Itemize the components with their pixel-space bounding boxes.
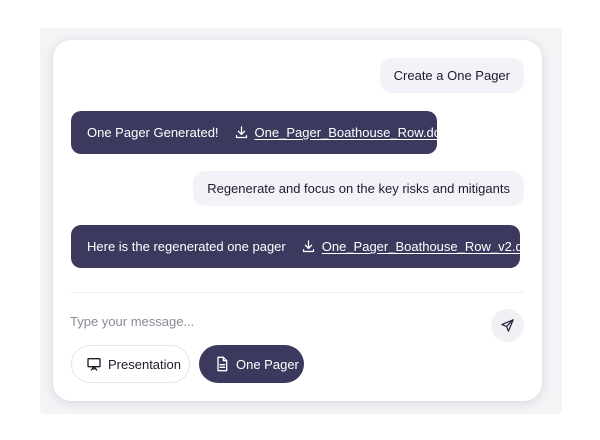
message-text: Create a One Pager	[393, 68, 510, 83]
chip-label: Presentation	[108, 356, 181, 372]
download-icon	[302, 240, 314, 253]
chat-panel: Create a One Pager One Pager Generated! …	[53, 40, 543, 401]
document-icon	[217, 356, 228, 372]
message-text: One Pager Generated!	[87, 125, 219, 140]
send-button[interactable]	[491, 309, 524, 342]
presentation-icon	[87, 358, 101, 371]
file-name[interactable]: One_Pager_Boathouse_Row_v2.docx	[322, 239, 543, 254]
user-message: Regenerate and focus on the key risks an…	[193, 171, 524, 206]
composer-divider	[71, 292, 524, 293]
message-text: Here is the regenerated one pager	[87, 239, 286, 254]
user-message: Create a One Pager	[379, 58, 524, 93]
one-pager-button[interactable]: One Pager	[199, 345, 304, 383]
assistant-message: Here is the regenerated one pager One_Pa…	[71, 225, 543, 268]
assistant-message: One Pager Generated! One_Pager_Boathouse…	[71, 111, 454, 154]
file-download-link[interactable]: One_Pager_Boathouse_Row.docx	[234, 125, 454, 140]
download-icon	[235, 126, 247, 139]
message-text: Regenerate and focus on the key risks an…	[207, 181, 510, 196]
file-name[interactable]: One_Pager_Boathouse_Row.docx	[255, 125, 454, 140]
send-icon	[501, 319, 514, 332]
presentation-button[interactable]: Presentation	[71, 345, 190, 383]
message-input[interactable]	[70, 310, 450, 332]
file-download-link[interactable]: One_Pager_Boathouse_Row_v2.docx	[301, 239, 543, 254]
chip-label: One Pager	[236, 356, 299, 372]
